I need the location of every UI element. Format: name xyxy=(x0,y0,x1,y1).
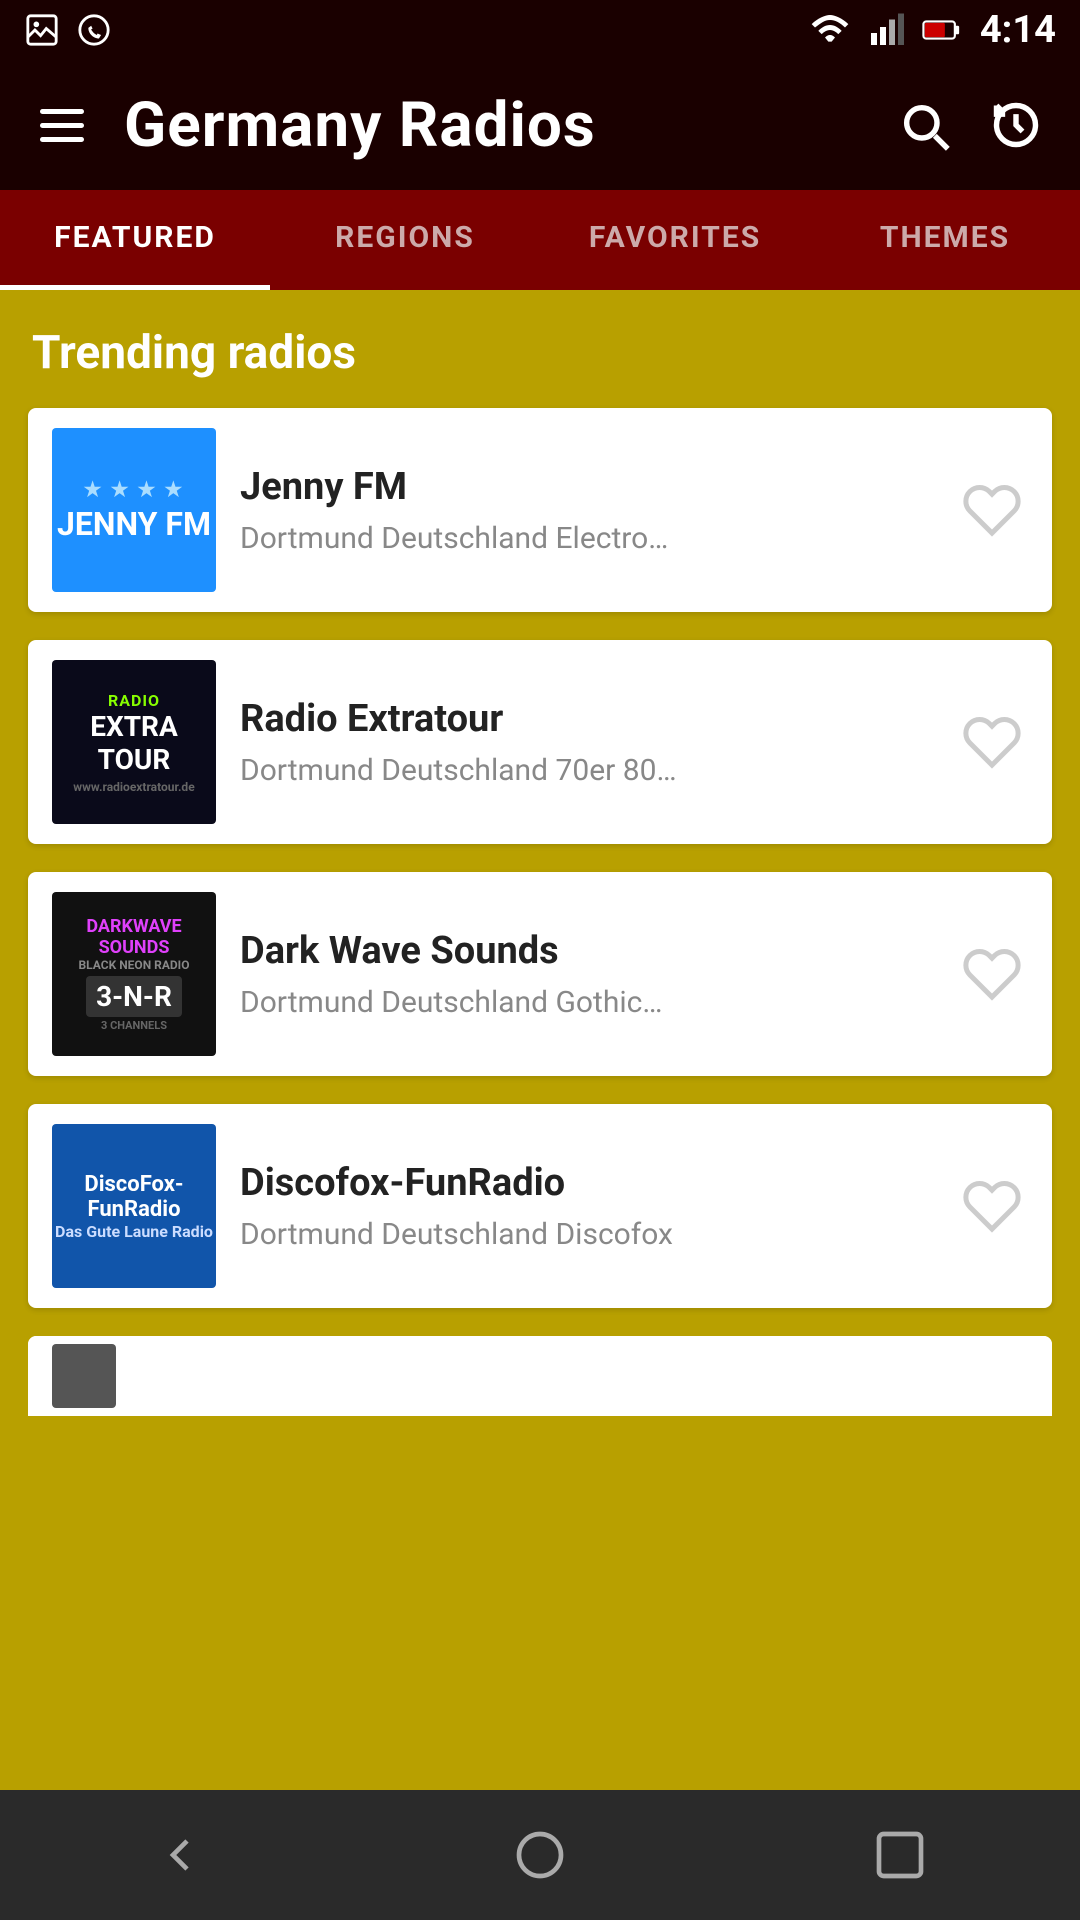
clock: 4:14 xyxy=(980,8,1056,52)
signal-icon xyxy=(868,12,904,48)
home-button[interactable] xyxy=(500,1815,580,1895)
history-button[interactable] xyxy=(984,93,1048,157)
tab-featured[interactable]: FEATURED xyxy=(0,190,270,290)
radio-card-discofox[interactable]: DiscoFox- FunRadio Das Gute Laune Radio … xyxy=(28,1104,1052,1308)
status-bar: 4:14 xyxy=(0,0,1080,60)
status-bar-right: 4:14 xyxy=(810,8,1056,52)
bottom-nav xyxy=(0,1790,1080,1920)
search-button[interactable] xyxy=(892,93,956,157)
favorite-button-darkwave[interactable] xyxy=(956,938,1028,1010)
radio-card-partial xyxy=(28,1336,1052,1416)
radio-desc-jenny-fm: Dortmund Deutschland Electro… xyxy=(240,521,932,556)
radio-card-extratour[interactable]: RADIO EXTRA TOUR www.radioextratour.de R… xyxy=(28,640,1052,844)
page-title: Germany Radios xyxy=(124,89,860,162)
favorite-button-jenny-fm[interactable] xyxy=(956,474,1028,546)
section-title: Trending radios xyxy=(32,326,1048,380)
radio-desc-extratour: Dortmund Deutschland 70er 80… xyxy=(240,753,932,788)
radio-name-extratour: Radio Extratour xyxy=(240,697,932,741)
radio-name-discofox: Discofox-FunRadio xyxy=(240,1161,932,1205)
menu-button[interactable] xyxy=(32,101,92,150)
status-bar-left xyxy=(24,12,112,48)
radio-info-discofox: Discofox-FunRadio Dortmund Deutschland D… xyxy=(240,1161,932,1252)
header-actions xyxy=(892,93,1048,157)
section-header: Trending radios xyxy=(0,290,1080,408)
radio-desc-darkwave: Dortmund Deutschland Gothic… xyxy=(240,985,932,1020)
radio-name-darkwave: Dark Wave Sounds xyxy=(240,929,932,973)
radio-logo-discofox: DiscoFox- FunRadio Das Gute Laune Radio xyxy=(52,1124,216,1288)
phone-icon xyxy=(76,12,112,48)
wifi-icon xyxy=(810,10,850,50)
tab-regions[interactable]: REGIONS xyxy=(270,190,540,290)
radio-info-jenny-fm: Jenny FM Dortmund Deutschland Electro… xyxy=(240,465,932,556)
tab-favorites[interactable]: FAVORITES xyxy=(540,190,810,290)
recents-button[interactable] xyxy=(860,1815,940,1895)
radio-info-extratour: Radio Extratour Dortmund Deutschland 70e… xyxy=(240,697,932,788)
radio-card-darkwave[interactable]: DARKWAVE SOUNDS BLACK NEON RADIO 3-N-R 3… xyxy=(28,872,1052,1076)
favorite-button-extratour[interactable] xyxy=(956,706,1028,778)
radio-desc-discofox: Dortmund Deutschland Discofox xyxy=(240,1217,932,1252)
radio-logo-darkwave: DARKWAVE SOUNDS BLACK NEON RADIO 3-N-R 3… xyxy=(52,892,216,1056)
favorite-button-discofox[interactable] xyxy=(956,1170,1028,1242)
app-header: Germany Radios xyxy=(0,60,1080,190)
radio-logo-jenny-fm: ★ ★ ★ ★ JENNY FM xyxy=(52,428,216,592)
radio-name-jenny-fm: Jenny FM xyxy=(240,465,932,509)
radio-logo-extratour: RADIO EXTRA TOUR www.radioextratour.de xyxy=(52,660,216,824)
tab-bar: FEATURED REGIONS FAVORITES THEMES xyxy=(0,190,1080,290)
partial-logo xyxy=(52,1344,116,1408)
radio-card-jenny-fm[interactable]: ★ ★ ★ ★ JENNY FM Jenny FM Dortmund Deuts… xyxy=(28,408,1052,612)
gallery-icon xyxy=(24,12,60,48)
tab-themes[interactable]: THEMES xyxy=(810,190,1080,290)
radio-info-darkwave: Dark Wave Sounds Dortmund Deutschland Go… xyxy=(240,929,932,1020)
radio-list: ★ ★ ★ ★ JENNY FM Jenny FM Dortmund Deuts… xyxy=(0,408,1080,1790)
battery-icon xyxy=(922,12,962,48)
back-button[interactable] xyxy=(140,1815,220,1895)
